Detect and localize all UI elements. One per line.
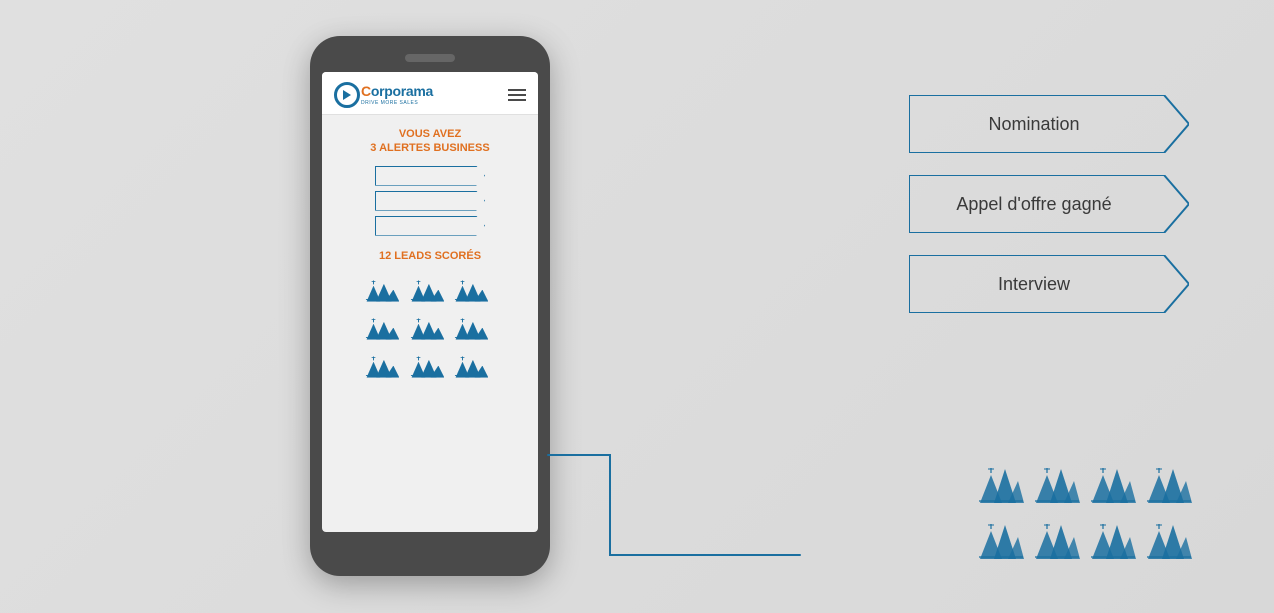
phone-content: VOUS AVEZ 3 ALERTES BUSINESS 12 LEADS S [322,115,538,532]
logo-text: Corporama [361,84,433,99]
lead-icon [410,308,444,342]
phone-header: Corporama DRIVE MORE SALES [322,72,538,115]
logo-text-container: Corporama DRIVE MORE SALES [361,84,433,105]
main-container: Corporama DRIVE MORE SALES VOUS AVEZ 3 A… [0,0,1274,613]
lead-icon [410,270,444,304]
badge-shape [375,166,485,186]
lead-icon [365,270,399,304]
badge-item[interactable] [375,166,485,186]
tag-nomination-text: Nomination [988,114,1079,134]
lead-icon [1090,519,1140,569]
phone-screen: Corporama DRIVE MORE SALES VOUS AVEZ 3 A… [322,72,538,532]
badge-item[interactable] [375,191,485,211]
lead-icon [978,519,1028,569]
lead-icon [1034,519,1084,569]
badges-container [332,166,528,236]
alert-title: VOUS AVEZ 3 ALERTES BUSINESS [370,127,489,156]
hamburger-line [508,99,526,101]
tag-nomination-shape: Nomination [909,95,1189,153]
lead-icon [454,308,488,342]
lead-icon [1034,463,1084,513]
lead-icon [454,346,488,380]
leads-title: 12 LEADS SCORÉS [379,250,481,262]
badge-shape [375,216,485,236]
lead-icon [1146,519,1196,569]
phone-speaker [405,54,455,62]
tag-interview-text: Interview [998,274,1071,294]
right-tags-panel: Nomination Appel d'offre gagné Interview [909,95,1189,335]
lead-icon [365,308,399,342]
tag-appel-text: Appel d'offre gagné [956,194,1111,214]
lead-icon [454,270,488,304]
lead-icon [978,463,1028,513]
hamburger-line [508,94,526,96]
lead-icon [1090,463,1140,513]
tag-appel[interactable]: Appel d'offre gagné [909,175,1189,233]
hamburger-line [508,89,526,91]
logo-tagline: DRIVE MORE SALES [361,100,433,106]
tag-interview-shape: Interview [909,255,1189,313]
badge-item[interactable] [375,216,485,236]
phone-leads-grid [365,270,495,380]
logo: Corporama DRIVE MORE SALES [334,82,433,108]
tag-interview[interactable]: Interview [909,255,1189,313]
badge-shape [375,191,485,211]
lead-icon [365,346,399,380]
tag-nomination[interactable]: Nomination [909,95,1189,153]
lead-icon [410,346,444,380]
lead-icon [1146,463,1196,513]
right-leads-grid [978,463,1196,569]
tag-appel-shape: Appel d'offre gagné [909,175,1189,233]
hamburger-menu-icon[interactable] [508,89,526,101]
phone-mockup: Corporama DRIVE MORE SALES VOUS AVEZ 3 A… [310,36,550,576]
logo-circle-icon [334,82,360,108]
